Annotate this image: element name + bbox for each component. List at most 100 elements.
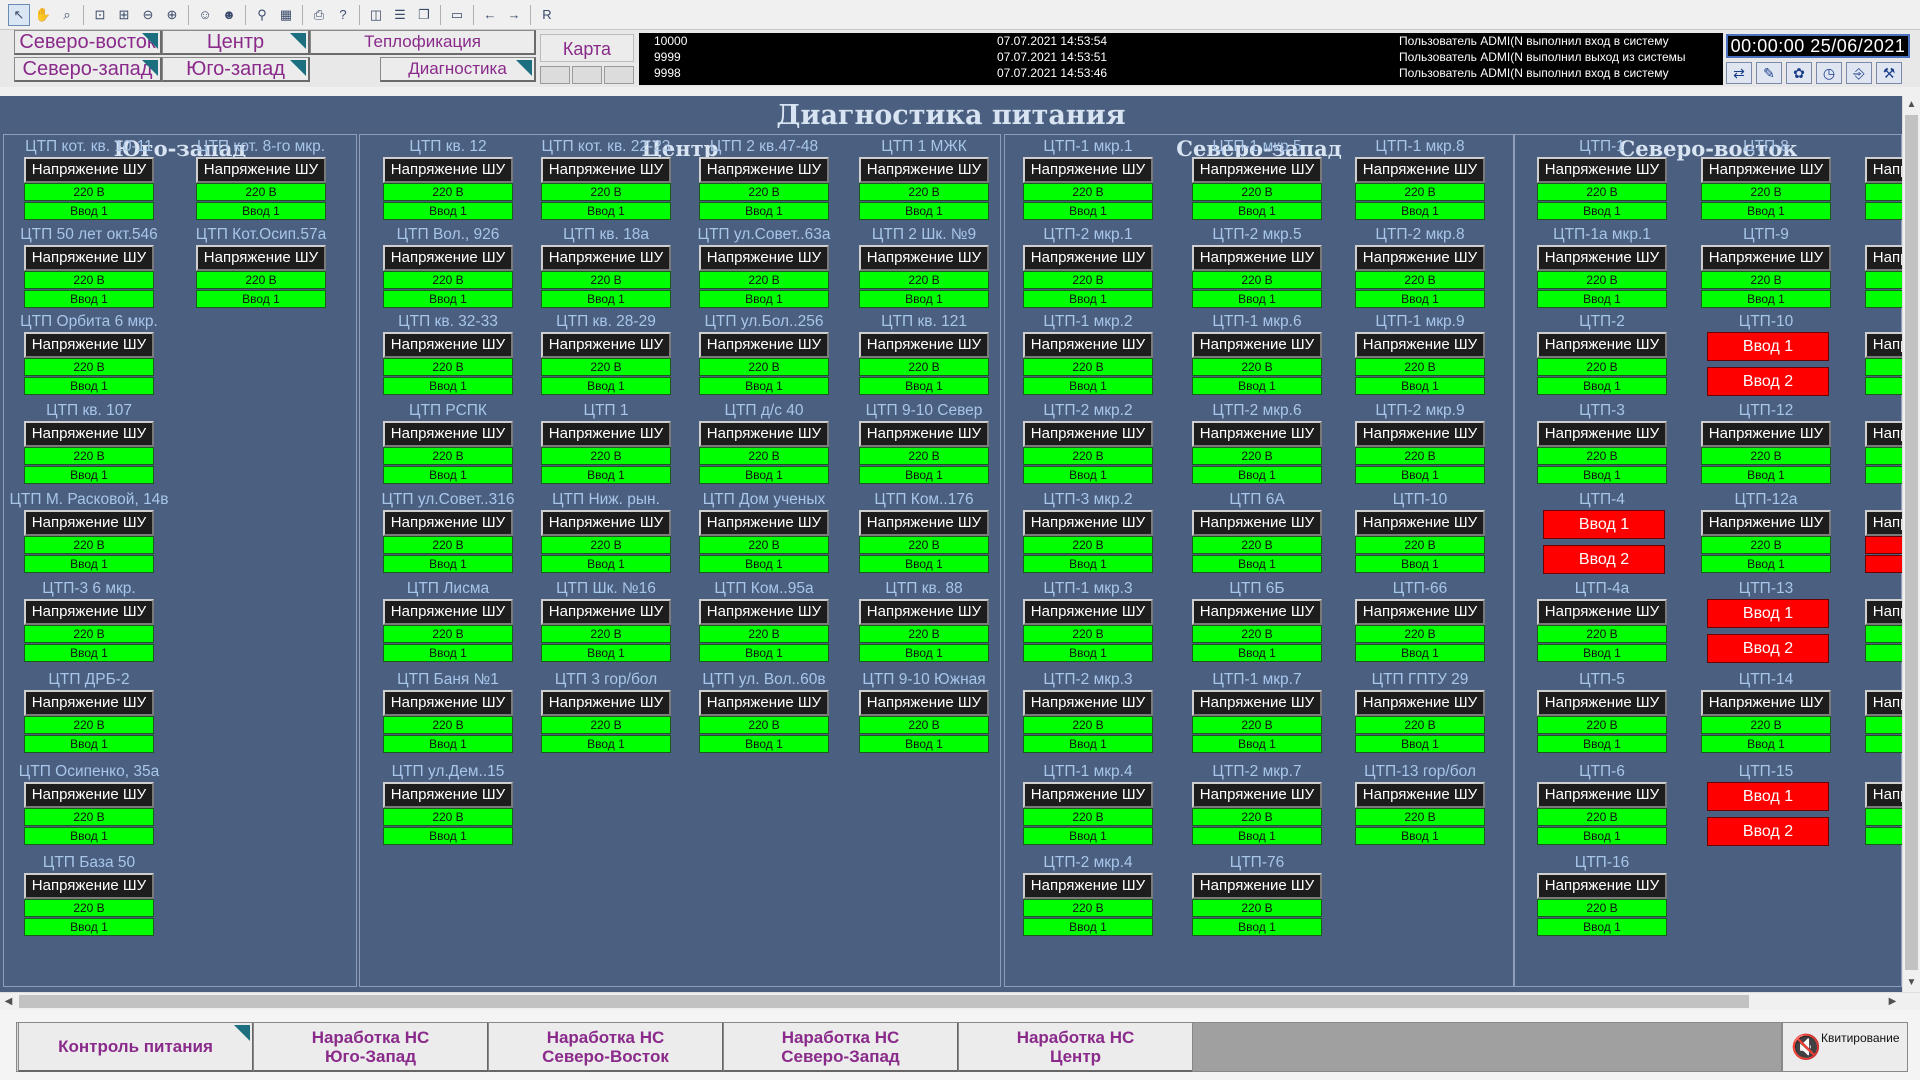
nav-severo-vostok-button[interactable]: Северо-восток bbox=[14, 30, 162, 55]
voltage-header[interactable]: Напряжение ШУ bbox=[1023, 245, 1153, 271]
input-fault-indicator[interactable]: Ввод 2 bbox=[1707, 367, 1829, 396]
event-row[interactable]: 9999 07.07.2021 14:53:51 Пользователь ADMI… bbox=[639, 50, 1723, 66]
voltage-header[interactable]: Напряжение ШУ bbox=[24, 421, 154, 447]
voltage-header[interactable]: Напряжение ШУ bbox=[1355, 245, 1485, 271]
voltage-header[interactable]: Напряжение ШУ bbox=[1023, 599, 1153, 625]
horizontal-scrollbar[interactable]: ◀ ▶ bbox=[0, 992, 1920, 1010]
voltage-header[interactable]: Напряжение ШУ bbox=[1355, 332, 1485, 358]
voltage-header[interactable]: Напряжение ШУ bbox=[1355, 510, 1485, 536]
clock-icon[interactable]: ◷ bbox=[1816, 62, 1842, 84]
print-icon[interactable]: ⎙ bbox=[308, 4, 330, 26]
voltage-header[interactable]: Напряжение ШУ bbox=[383, 157, 513, 183]
voltage-header[interactable]: Напряжение ШУ bbox=[1192, 599, 1322, 625]
voltage-header[interactable]: Напряжение ШУ bbox=[1192, 782, 1322, 808]
zoom-out-icon[interactable]: ⊖ bbox=[137, 4, 159, 26]
voltage-header[interactable]: Напряжение ШУ bbox=[24, 245, 154, 271]
vertical-scrollbar[interactable]: ▲ ▼ bbox=[1902, 96, 1920, 992]
network-icon[interactable]: ⇄ bbox=[1726, 62, 1752, 84]
plant-icon[interactable]: ✿ bbox=[1786, 62, 1812, 84]
voltage-header[interactable]: Напряжение ШУ bbox=[859, 599, 989, 625]
voltage-header[interactable]: Напряжение ШУ bbox=[699, 332, 829, 358]
karta-button[interactable]: Карта bbox=[540, 34, 634, 62]
nav-yugo-zapad-button[interactable]: Юго-запад bbox=[162, 57, 310, 82]
user-icon[interactable]: ☺ bbox=[194, 4, 216, 26]
scroll-up-icon[interactable]: ▲ bbox=[1903, 96, 1920, 113]
voltage-header[interactable]: Напряжение ШУ bbox=[1355, 690, 1485, 716]
input-fault-indicator[interactable]: Ввод 1 bbox=[1707, 599, 1829, 628]
voltage-header[interactable]: Напряжение ШУ bbox=[541, 690, 671, 716]
voltage-header[interactable]: Напряжение ШУ bbox=[1023, 332, 1153, 358]
voltage-header[interactable]: Напряжение ШУ bbox=[541, 599, 671, 625]
pan-hand-icon[interactable]: ✋ bbox=[32, 4, 54, 26]
users-icon[interactable]: ☻ bbox=[218, 4, 240, 26]
nav-diagnostika-button[interactable]: Диагностика bbox=[380, 57, 536, 82]
voltage-header[interactable]: Напряжение ШУ bbox=[24, 157, 154, 183]
narabotka-yugo-zapad-button[interactable]: Наработка НС Юго-Запад bbox=[253, 1022, 489, 1072]
voltage-header[interactable]: Напряжение ШУ bbox=[699, 157, 829, 183]
voltage-header[interactable]: Напряжение ШУ bbox=[859, 510, 989, 536]
voltage-header[interactable]: Напряжение ШУ bbox=[1537, 873, 1667, 899]
input-fault-indicator[interactable]: Ввод 2 bbox=[1707, 817, 1829, 846]
voltage-header[interactable]: Напряжение ШУ bbox=[1192, 510, 1322, 536]
voltage-header[interactable]: Напряжение ШУ bbox=[541, 245, 671, 271]
voltage-header[interactable]: Напряжение ШУ bbox=[699, 421, 829, 447]
nav-teplofikaciya-button[interactable]: Теплофикация bbox=[310, 30, 536, 55]
help-icon[interactable]: ? bbox=[332, 4, 354, 26]
voltage-header[interactable]: Напряжение ШУ bbox=[699, 599, 829, 625]
voltage-header[interactable]: Напряжение ШУ bbox=[1355, 157, 1485, 183]
voltage-header[interactable]: Напряжение ШУ bbox=[859, 332, 989, 358]
voltage-header[interactable]: Напряжение ШУ bbox=[699, 690, 829, 716]
voltage-header[interactable]: Напряжение ШУ bbox=[24, 690, 154, 716]
voltage-header[interactable]: Напряжение ШУ bbox=[1192, 245, 1322, 271]
voltage-header[interactable]: Напряжение ШУ bbox=[1023, 782, 1153, 808]
voltage-header[interactable]: Напряжение ШУ bbox=[541, 421, 671, 447]
voltage-header[interactable]: Напряжение ШУ bbox=[859, 690, 989, 716]
back-arrow-icon[interactable]: ← bbox=[479, 4, 501, 26]
voltage-header[interactable]: Напряжение ШУ bbox=[1701, 690, 1831, 716]
voltage-header[interactable]: Напряжение ШУ bbox=[1355, 421, 1485, 447]
kvitirovanie-button[interactable]: 🔇 Квитирование bbox=[1782, 1022, 1908, 1072]
scroll-right-icon[interactable]: ▶ bbox=[1884, 993, 1901, 1010]
edit-icon[interactable]: ✎ bbox=[1756, 62, 1782, 84]
nav-slot[interactable] bbox=[604, 66, 634, 84]
narabotka-severo-zapad-button[interactable]: Наработка НС Северо-Запад bbox=[723, 1022, 959, 1072]
voltage-header[interactable]: Напряжение ШУ bbox=[1701, 245, 1831, 271]
voltage-header[interactable]: Напряжение ШУ bbox=[859, 245, 989, 271]
voltage-header[interactable]: Напряжение ШУ bbox=[383, 690, 513, 716]
voltage-header[interactable]: Напряжение ШУ bbox=[541, 157, 671, 183]
voltage-header[interactable]: Напряжение ШУ bbox=[24, 782, 154, 808]
nav-slot[interactable] bbox=[572, 66, 602, 84]
voltage-header[interactable]: Напряжение ШУ bbox=[1537, 782, 1667, 808]
exit-door-icon[interactable]: ⎆ bbox=[1846, 62, 1872, 84]
voltage-header[interactable]: Напряжение ШУ bbox=[1701, 510, 1831, 536]
voltage-header[interactable]: Напряжение ШУ bbox=[1023, 510, 1153, 536]
voltage-header[interactable]: Напряжение ШУ bbox=[24, 873, 154, 899]
voltage-header[interactable]: Напряжение ШУ bbox=[1023, 157, 1153, 183]
input-fault-indicator[interactable]: Ввод 2 bbox=[1707, 634, 1829, 663]
voltage-header[interactable]: Напряжение ШУ bbox=[383, 510, 513, 536]
narabotka-centr-button[interactable]: Наработка НС Центр bbox=[958, 1022, 1194, 1072]
nav-severo-zapad-button[interactable]: Северо-запад bbox=[14, 57, 162, 82]
voltage-header[interactable]: Напряжение ШУ bbox=[24, 332, 154, 358]
voltage-header[interactable]: Напряжение ШУ bbox=[24, 510, 154, 536]
voltage-header[interactable]: Напряжение ШУ bbox=[859, 421, 989, 447]
tools-icon[interactable]: ⚒ bbox=[1876, 62, 1902, 84]
narabotka-severo-vostok-button[interactable]: Наработка НС Северо-Восток bbox=[488, 1022, 724, 1072]
zoom-fit-icon[interactable]: ⊡ bbox=[89, 4, 111, 26]
scroll-down-icon[interactable]: ▼ bbox=[1903, 974, 1920, 991]
layout-left-icon[interactable]: ◫ bbox=[365, 4, 387, 26]
voltage-header[interactable]: Напряжение ШУ bbox=[1537, 421, 1667, 447]
voltage-header[interactable]: Напряжение ШУ bbox=[196, 245, 326, 271]
voltage-header[interactable]: Напряжение ШУ bbox=[1192, 157, 1322, 183]
voltage-header[interactable]: Напряжение ШУ bbox=[1537, 157, 1667, 183]
scroll-left-icon[interactable]: ◀ bbox=[0, 993, 17, 1010]
voltage-header[interactable]: Напряжение ШУ bbox=[1192, 873, 1322, 899]
magnifier-icon[interactable]: ⌕ bbox=[56, 4, 78, 26]
calculator-icon[interactable]: ▦ bbox=[275, 4, 297, 26]
zoom-in-icon[interactable]: ⊕ bbox=[161, 4, 183, 26]
voltage-header[interactable]: Напряжение ШУ bbox=[383, 421, 513, 447]
reset-r-icon[interactable]: R bbox=[536, 4, 558, 26]
voltage-header[interactable]: Напряжение ШУ bbox=[1537, 332, 1667, 358]
voltage-header[interactable]: Напряжение ШУ bbox=[24, 599, 154, 625]
kontrol-pitaniya-button[interactable]: Контроль питания bbox=[18, 1022, 254, 1072]
